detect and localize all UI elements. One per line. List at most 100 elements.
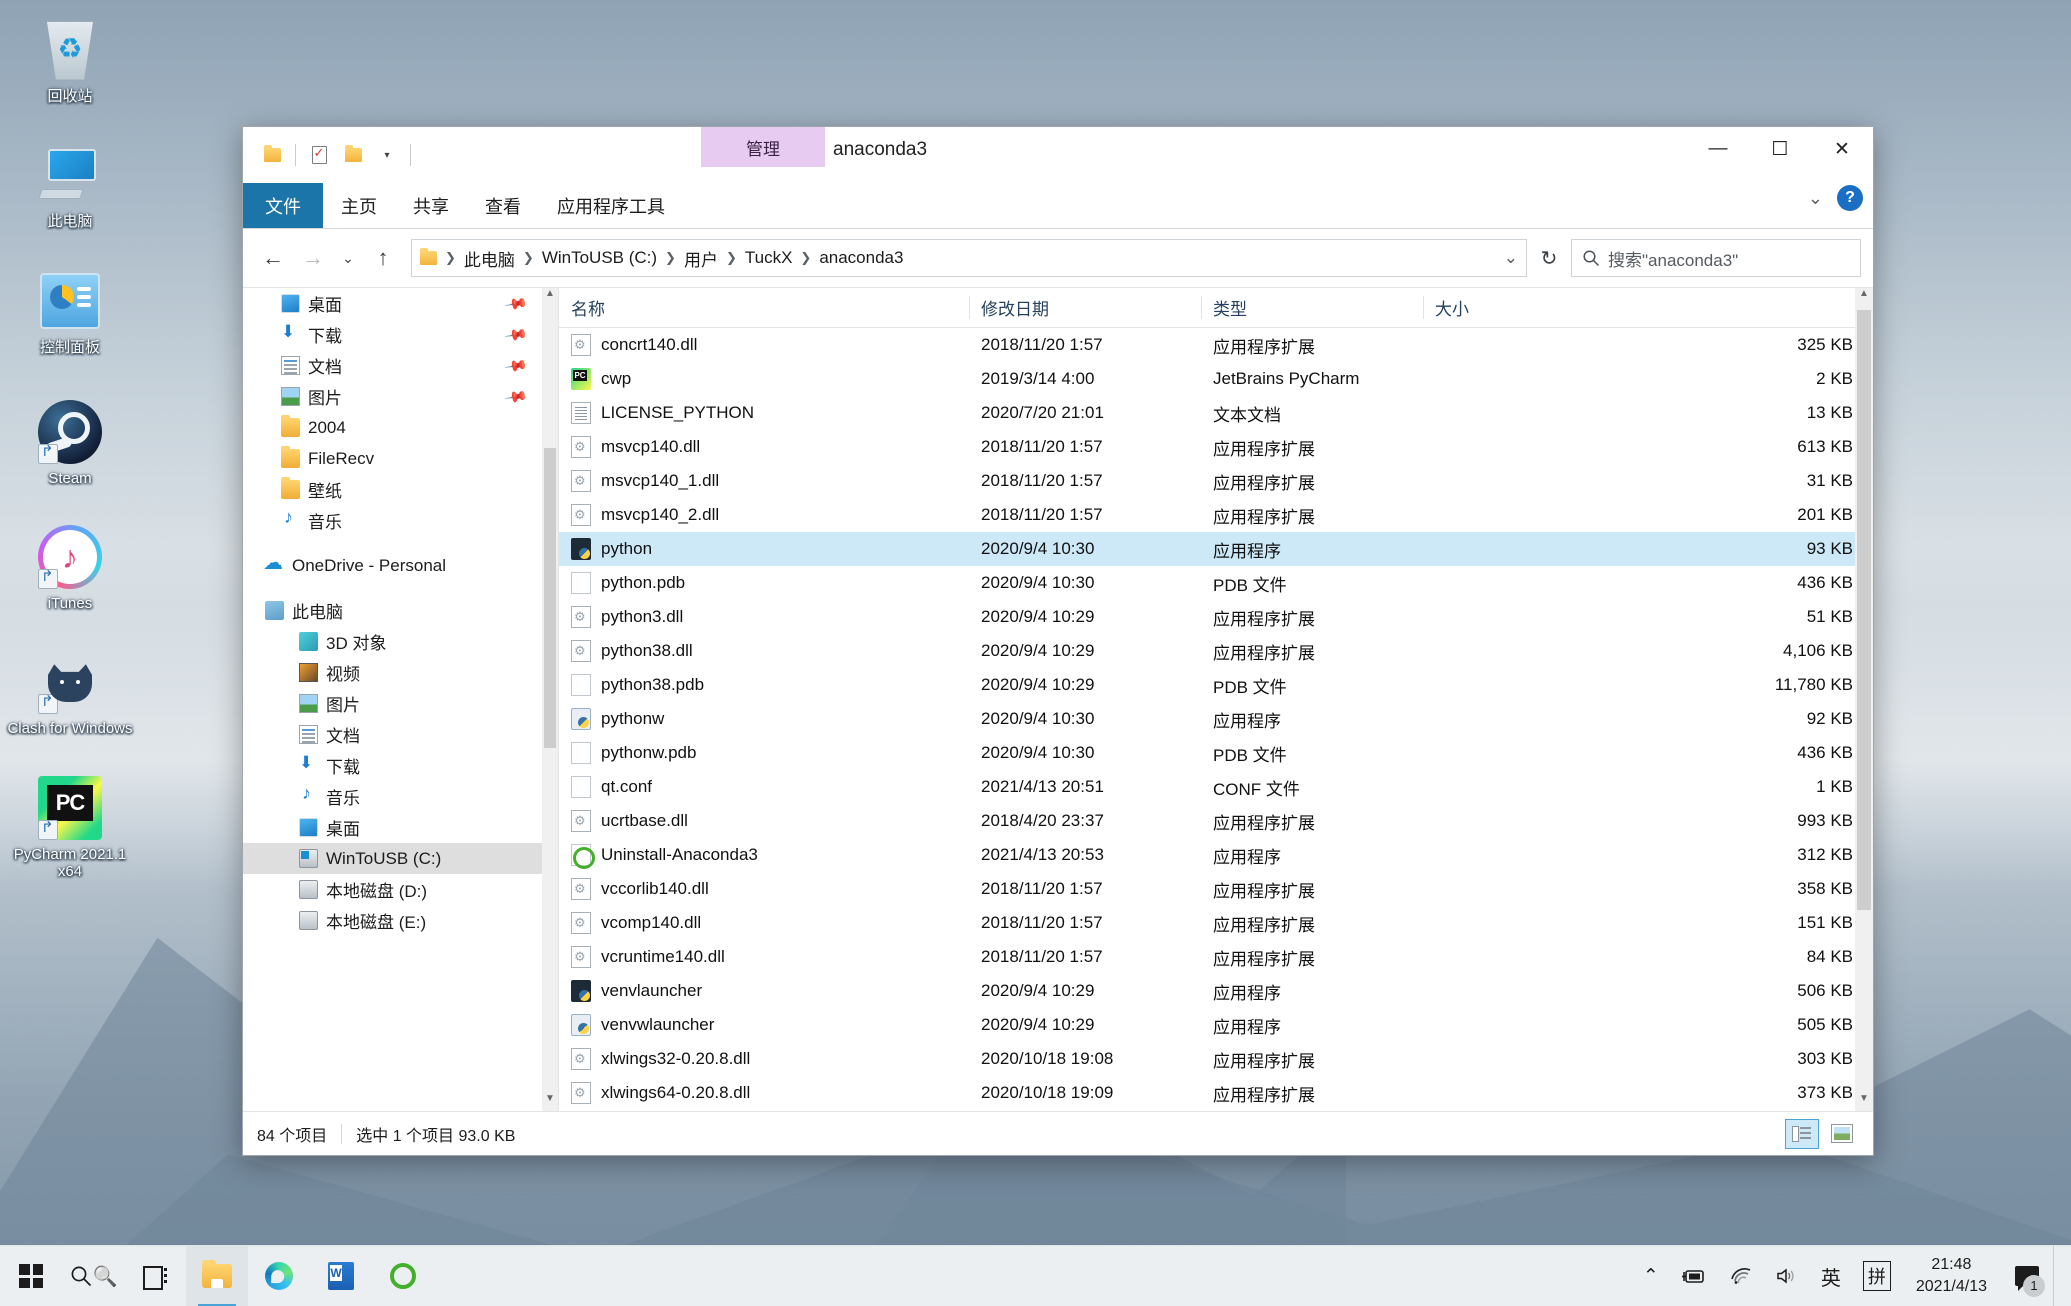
table-row[interactable]: cwp2019/3/14 4:00JetBrains PyCharm2 KB bbox=[559, 362, 1873, 396]
show-hidden-icons-button[interactable]: ⌃ bbox=[1632, 1246, 1670, 1306]
minimize-button[interactable]: — bbox=[1687, 127, 1749, 171]
file-explorer-button[interactable] bbox=[186, 1246, 248, 1306]
table-row[interactable]: LICENSE_PYTHON2020/7/20 21:01文本文档13 KB bbox=[559, 396, 1873, 430]
refresh-button[interactable]: ↻ bbox=[1531, 240, 1567, 276]
properties-icon[interactable] bbox=[302, 138, 336, 172]
file-list-scrollbar[interactable]: ▲ ▼ bbox=[1855, 288, 1873, 1111]
chevron-down-icon[interactable]: ⌄ bbox=[1504, 248, 1518, 268]
sidebar-item-pictures-pc[interactable]: 图片 bbox=[243, 688, 542, 719]
sidebar-item-desktop-pc[interactable]: 桌面 bbox=[243, 812, 542, 843]
table-row[interactable]: qt.conf2021/4/13 20:51CONF 文件1 KB bbox=[559, 770, 1873, 804]
pin-icon[interactable]: 📌 bbox=[504, 291, 530, 316]
table-row[interactable]: vccorlib140.dll2018/11/20 1:57应用程序扩展358 … bbox=[559, 872, 1873, 906]
task-view-button[interactable] bbox=[124, 1246, 186, 1306]
table-row[interactable]: python3.dll2020/9/4 10:29应用程序扩展51 KB bbox=[559, 600, 1873, 634]
column-header-type[interactable]: 类型 bbox=[1201, 288, 1423, 327]
maximize-button[interactable]: ☐ bbox=[1749, 127, 1811, 171]
table-row[interactable]: Uninstall-Anaconda32021/4/13 20:53应用程序31… bbox=[559, 838, 1873, 872]
desktop-icon-control-panel[interactable]: 控制面板 bbox=[0, 259, 140, 362]
scrollbar-thumb[interactable] bbox=[544, 448, 556, 748]
search-input[interactable]: 搜索"anaconda3" bbox=[1571, 239, 1861, 277]
sidebar-item-documents-pc[interactable]: 文档 bbox=[243, 719, 542, 750]
clock[interactable]: 21:48 2021/4/13 bbox=[1902, 1246, 2001, 1306]
table-row[interactable]: ucrtbase.dll2018/4/20 23:37应用程序扩展993 KB bbox=[559, 804, 1873, 838]
tab-view[interactable]: 查看 bbox=[467, 183, 539, 228]
desktop-icon-steam[interactable]: Steam bbox=[0, 390, 140, 493]
back-button[interactable]: ← bbox=[255, 240, 291, 276]
table-row[interactable]: vcomp140.dll2018/11/20 1:57应用程序扩展151 KB bbox=[559, 906, 1873, 940]
scrollbar-thumb[interactable] bbox=[1857, 310, 1871, 910]
sidebar-item-wintousb-c[interactable]: WinToUSB (C:) bbox=[243, 843, 542, 874]
volume-icon[interactable] bbox=[1764, 1246, 1810, 1306]
breadcrumb-user[interactable]: TuckX bbox=[741, 246, 797, 270]
table-row[interactable]: python2020/9/4 10:30应用程序93 KB bbox=[559, 532, 1873, 566]
sidebar-item-onedrive[interactable]: OneDrive - Personal bbox=[243, 550, 542, 581]
table-row[interactable]: pythonw.pdb2020/9/4 10:30PDB 文件436 KB bbox=[559, 736, 1873, 770]
taskbar-search-button[interactable] bbox=[62, 1246, 124, 1306]
close-button[interactable]: ✕ bbox=[1811, 127, 1873, 171]
word-button[interactable] bbox=[310, 1246, 372, 1306]
breadcrumb-this-pc[interactable]: 此电脑 bbox=[460, 244, 519, 273]
table-row[interactable]: venvwlauncher2020/9/4 10:29应用程序505 KB bbox=[559, 1008, 1873, 1042]
pin-icon[interactable]: 📌 bbox=[504, 353, 530, 378]
table-row[interactable]: python.pdb2020/9/4 10:30PDB 文件436 KB bbox=[559, 566, 1873, 600]
desktop-icon-recycle-bin[interactable]: 回收站 bbox=[0, 8, 140, 111]
table-row[interactable]: msvcp140.dll2018/11/20 1:57应用程序扩展613 KB bbox=[559, 430, 1873, 464]
sidebar-item-wallpaper[interactable]: 壁纸 bbox=[243, 474, 542, 505]
start-button[interactable] bbox=[0, 1246, 62, 1306]
sidebar-item-filerecv[interactable]: FileRecv bbox=[243, 443, 542, 474]
address-bar[interactable]: ❯ 此电脑 ❯ WinToUSB (C:) ❯ 用户 ❯ TuckX ❯ ana… bbox=[411, 239, 1527, 277]
sidebar-item-pictures[interactable]: 图片 📌 bbox=[243, 381, 542, 412]
desktop-icon-pycharm[interactable]: PyCharm 2021.1 x64 bbox=[0, 766, 140, 887]
pin-icon[interactable]: 📌 bbox=[504, 384, 530, 409]
edge-button[interactable] bbox=[248, 1246, 310, 1306]
sidebar-item-downloads-pc[interactable]: 下载 bbox=[243, 750, 542, 781]
desktop-icon-itunes[interactable]: iTunes bbox=[0, 515, 140, 618]
sidebar-item-music[interactable]: 音乐 bbox=[243, 505, 542, 536]
sidebar-item-videos[interactable]: 视频 bbox=[243, 657, 542, 688]
sidebar-item-documents[interactable]: 文档 📌 bbox=[243, 350, 542, 381]
ime-mode-indicator[interactable]: 拼 bbox=[1852, 1246, 1902, 1306]
recent-locations-icon[interactable]: ⌄ bbox=[335, 240, 361, 276]
forward-button[interactable]: → bbox=[295, 240, 331, 276]
scroll-up-arrow-icon[interactable]: ▲ bbox=[542, 288, 558, 306]
help-icon[interactable]: ? bbox=[1837, 185, 1863, 211]
table-row[interactable]: msvcp140_2.dll2018/11/20 1:57应用程序扩展201 K… bbox=[559, 498, 1873, 532]
table-row[interactable]: vcruntime140.dll2018/11/20 1:57应用程序扩展84 … bbox=[559, 940, 1873, 974]
table-row[interactable]: pythonw2020/9/4 10:30应用程序92 KB bbox=[559, 702, 1873, 736]
column-header-size[interactable]: 大小 bbox=[1423, 288, 1873, 327]
sidebar-item-2004[interactable]: 2004 bbox=[243, 412, 542, 443]
sidebar-item-downloads[interactable]: 下载 📌 bbox=[243, 319, 542, 350]
sidebar-item-desktop[interactable]: 桌面 📌 bbox=[243, 288, 542, 319]
table-row[interactable]: msvcp140_1.dll2018/11/20 1:57应用程序扩展31 KB bbox=[559, 464, 1873, 498]
sidebar-item-3d-objects[interactable]: 3D 对象 bbox=[243, 626, 542, 657]
large-icons-view-button[interactable] bbox=[1825, 1119, 1859, 1149]
ime-language-indicator[interactable]: 英 bbox=[1810, 1246, 1852, 1306]
scroll-down-arrow-icon[interactable]: ▼ bbox=[542, 1093, 558, 1111]
wifi-icon[interactable] bbox=[1718, 1246, 1764, 1306]
details-view-button[interactable] bbox=[1785, 1119, 1819, 1149]
tab-application-tools[interactable]: 应用程序工具 bbox=[539, 183, 683, 228]
tab-file[interactable]: 文件 bbox=[243, 183, 323, 228]
column-header-name[interactable]: 名称 bbox=[559, 288, 969, 327]
desktop-icon-clash[interactable]: Clash for Windows bbox=[0, 640, 140, 743]
breadcrumb-users[interactable]: 用户 bbox=[680, 244, 722, 273]
table-row[interactable]: xlwings32-0.20.8.dll2020/10/18 19:08应用程序… bbox=[559, 1042, 1873, 1076]
sidebar-item-local-disk-d[interactable]: 本地磁盘 (D:) bbox=[243, 874, 542, 905]
pin-icon[interactable]: 📌 bbox=[504, 322, 530, 347]
notification-center-button[interactable]: 1 bbox=[2001, 1246, 2053, 1306]
table-row[interactable]: xlwings64-0.20.8.dll2020/10/18 19:09应用程序… bbox=[559, 1076, 1873, 1110]
table-row[interactable]: venvlauncher2020/9/4 10:29应用程序506 KB bbox=[559, 974, 1873, 1008]
tab-home[interactable]: 主页 bbox=[323, 183, 395, 228]
folder-icon[interactable] bbox=[255, 138, 289, 172]
tab-share[interactable]: 共享 bbox=[395, 183, 467, 228]
new-folder-icon[interactable] bbox=[336, 138, 370, 172]
sidebar-item-music-pc[interactable]: 音乐 bbox=[243, 781, 542, 812]
desktop-icon-this-pc[interactable]: 此电脑 bbox=[0, 133, 140, 236]
customize-caret-icon[interactable]: ▾ bbox=[370, 138, 404, 172]
show-desktop-button[interactable] bbox=[2053, 1246, 2061, 1306]
column-header-date[interactable]: 修改日期 bbox=[969, 288, 1201, 327]
battery-charging-icon[interactable] bbox=[1670, 1246, 1718, 1306]
sidebar-item-this-pc[interactable]: 此电脑 bbox=[243, 595, 542, 626]
sidebar-item-local-disk-e[interactable]: 本地磁盘 (E:) bbox=[243, 905, 542, 936]
